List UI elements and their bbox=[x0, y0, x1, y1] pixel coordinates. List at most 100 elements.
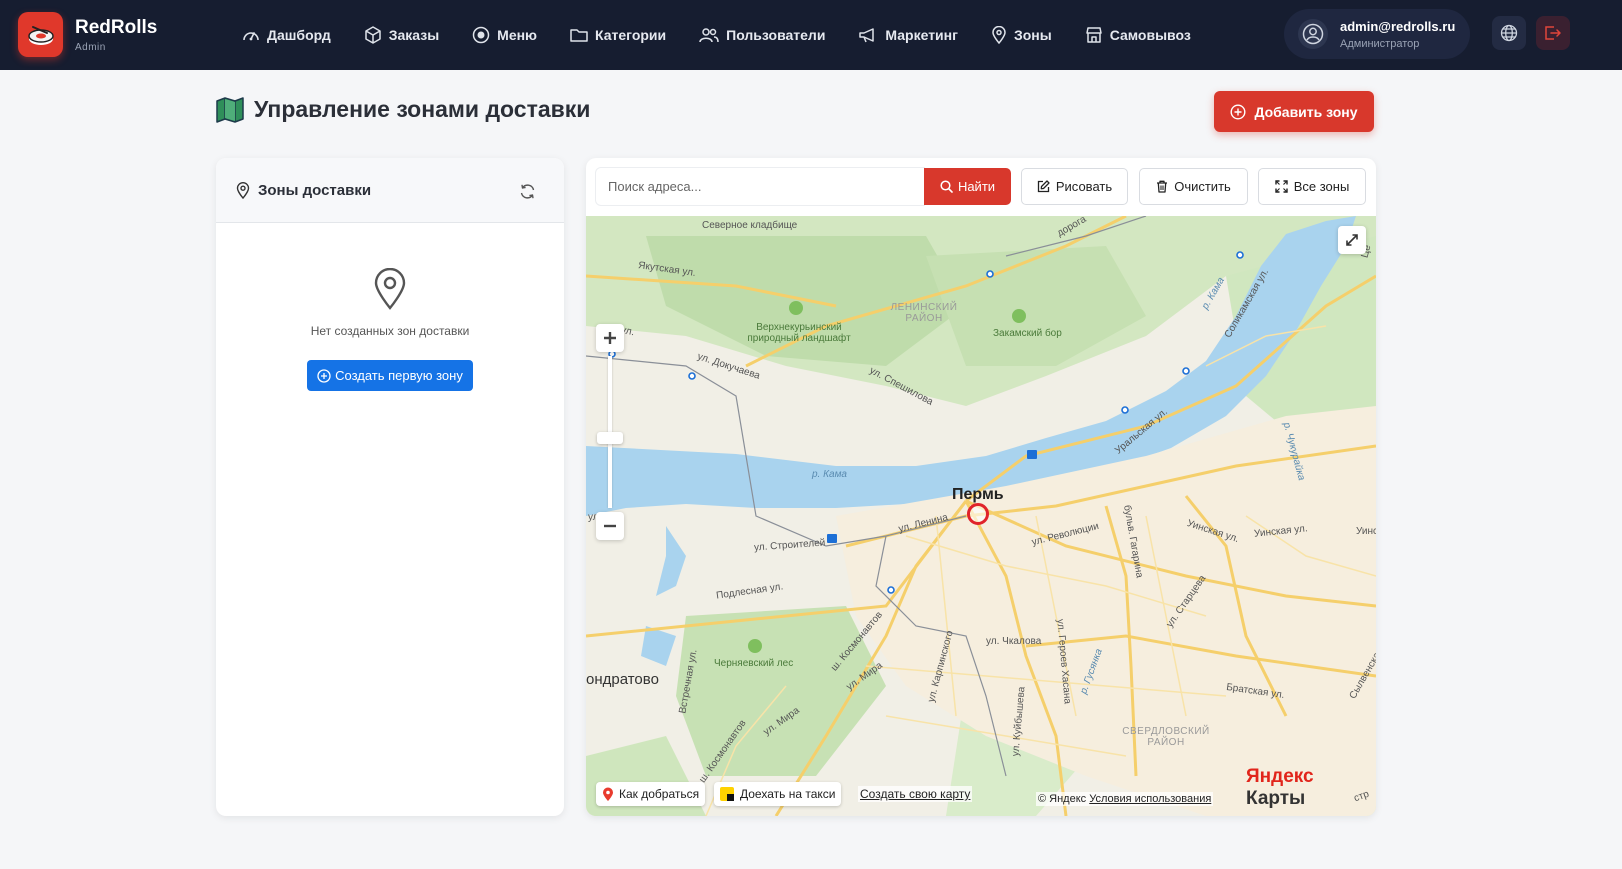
create-first-zone-label: Создать первую зону bbox=[335, 368, 463, 383]
zoom-slider[interactable] bbox=[597, 356, 623, 508]
expand-icon bbox=[1275, 180, 1288, 193]
empty-text: Нет созданных зон доставки bbox=[310, 324, 470, 338]
nav-users[interactable]: Пользователи bbox=[699, 27, 825, 43]
find-label: Найти bbox=[957, 179, 996, 194]
street-label: Уинс bbox=[1356, 526, 1376, 537]
fullscreen-button[interactable] bbox=[1338, 226, 1366, 254]
store-icon bbox=[1085, 27, 1102, 43]
globe-icon bbox=[1500, 24, 1518, 42]
nav-marketing[interactable]: Маркетинг bbox=[858, 27, 958, 43]
minus-icon bbox=[604, 524, 616, 528]
yandex-maps-logo[interactable]: Яндекс Карты bbox=[1246, 766, 1376, 810]
park-label: Закамский бор bbox=[993, 328, 1062, 339]
all-zones-label: Все зоны bbox=[1293, 179, 1350, 194]
city-label: Пермь bbox=[952, 486, 1004, 503]
menu-icon bbox=[472, 26, 490, 44]
nav-categories-label: Категории bbox=[595, 27, 667, 43]
nav-users-label: Пользователи bbox=[726, 27, 826, 43]
add-zone-label: Добавить зону bbox=[1254, 103, 1358, 120]
plus-icon bbox=[604, 332, 616, 344]
brand[interactable]: RedRolls Admin bbox=[18, 12, 157, 57]
nav-pickup[interactable]: Самовывоз bbox=[1085, 26, 1191, 44]
zoom-slider-handle[interactable] bbox=[597, 432, 623, 444]
map-pin-icon bbox=[236, 181, 250, 199]
district-label: ЛЕНИНСКИЙ РАЙОН bbox=[890, 302, 958, 324]
cemetery-label: Северное кладбище bbox=[702, 220, 798, 231]
page-header: Управление зонами доставки bbox=[216, 96, 590, 123]
zones-title: Зоны доставки bbox=[258, 181, 372, 199]
brand-name: RedRolls bbox=[75, 16, 158, 38]
clear-button[interactable]: Очистить bbox=[1139, 168, 1248, 205]
add-zone-button[interactable]: Добавить зону bbox=[1214, 91, 1374, 132]
park-label: Черняевский лес bbox=[714, 658, 794, 669]
nav-menu[interactable]: Меню bbox=[472, 26, 537, 44]
route-button[interactable]: Как добраться bbox=[596, 782, 706, 806]
copyright-text: © Яндекс bbox=[1038, 793, 1087, 805]
taxi-icon bbox=[720, 787, 734, 801]
empty-state: Нет созданных зон доставки Создать перву… bbox=[216, 268, 564, 391]
pencil-square-icon bbox=[1037, 180, 1050, 193]
clear-label: Очистить bbox=[1174, 179, 1231, 194]
folder-icon bbox=[570, 29, 588, 42]
draw-label: Рисовать bbox=[1055, 179, 1113, 194]
plus-circle-icon bbox=[317, 368, 331, 383]
logout-button[interactable] bbox=[1536, 16, 1570, 50]
street-label: ул. Чкалова bbox=[986, 636, 1042, 647]
box-icon bbox=[364, 26, 381, 44]
megaphone-icon bbox=[859, 28, 875, 43]
taxi-button[interactable]: Доехать на такси bbox=[714, 782, 842, 806]
nav-marketing-label: Маркетинг bbox=[885, 27, 958, 43]
map-marker[interactable] bbox=[967, 503, 989, 525]
map-copyright: © Яндекс Условия использования bbox=[1036, 792, 1214, 806]
river-label: р. Кама bbox=[812, 469, 847, 480]
user-role: Администратор bbox=[1340, 37, 1420, 50]
user-menu[interactable]: admin@redrolls.ru Администратор bbox=[1284, 9, 1470, 59]
yandex-logo-maps: Карты bbox=[1246, 788, 1306, 809]
zones-header: Зоны доставки bbox=[216, 158, 564, 223]
map-book-icon bbox=[216, 96, 244, 123]
create-map-link[interactable]: Создать свою карту bbox=[858, 786, 973, 802]
find-button[interactable]: Найти bbox=[924, 168, 1011, 205]
zoom-out-button[interactable] bbox=[596, 512, 624, 540]
trash-icon bbox=[1157, 180, 1168, 193]
nav-menu-label: Меню bbox=[497, 27, 538, 43]
brand-logo-icon bbox=[18, 12, 63, 57]
main-nav: Дашборд Заказы Меню Категории Пользовате… bbox=[242, 0, 1224, 70]
nav-orders-label: Заказы bbox=[388, 27, 440, 43]
zoom-control bbox=[596, 324, 624, 540]
zoom-in-button[interactable] bbox=[596, 324, 624, 352]
map-canvas[interactable]: Северное кладбище Якутская ул. ул. Докуч… bbox=[586, 216, 1376, 816]
all-zones-button[interactable]: Все зоны bbox=[1258, 168, 1366, 205]
language-button[interactable] bbox=[1492, 16, 1526, 50]
nav-orders[interactable]: Заказы bbox=[364, 26, 439, 44]
address-search-input[interactable] bbox=[596, 168, 924, 205]
logout-icon bbox=[1545, 26, 1561, 40]
nav-dashboard[interactable]: Дашборд bbox=[242, 27, 331, 43]
search-icon bbox=[940, 180, 953, 193]
user-email: admin@redrolls.ru bbox=[1340, 18, 1456, 34]
yandex-logo-text: Яндекс bbox=[1246, 766, 1314, 787]
page-title: Управление зонами доставки bbox=[254, 96, 591, 122]
place-label: ондратово bbox=[586, 671, 659, 688]
nav-zones[interactable]: Зоны bbox=[991, 26, 1052, 44]
create-first-zone-button[interactable]: Создать первую зону bbox=[307, 360, 473, 391]
plus-circle-icon bbox=[1230, 103, 1246, 120]
nav-dashboard-label: Дашборд bbox=[267, 27, 331, 43]
route-label: Как добраться bbox=[619, 787, 700, 801]
draw-button[interactable]: Рисовать bbox=[1021, 168, 1128, 205]
expand-diagonal-icon bbox=[1346, 234, 1358, 246]
refresh-button[interactable] bbox=[516, 180, 538, 202]
district-label: СВЕРДЛОВСКИЙ РАЙОН bbox=[1122, 726, 1210, 748]
zones-panel: Зоны доставки Нет созданных зон доставки… bbox=[216, 158, 564, 816]
dashboard-icon bbox=[243, 32, 259, 41]
map-pin-icon bbox=[374, 268, 406, 310]
nav-categories[interactable]: Категории bbox=[570, 27, 666, 43]
map-panel: Найти Рисовать Очистить Все зоны bbox=[586, 158, 1376, 816]
user-circle-icon bbox=[1302, 23, 1324, 45]
avatar bbox=[1298, 19, 1328, 49]
brand-subtitle: Admin bbox=[75, 41, 106, 53]
top-navbar: RedRolls Admin Дашборд Заказы Меню Катег… bbox=[0, 0, 1622, 70]
map-pin-icon bbox=[992, 26, 1006, 44]
terms-link[interactable]: Условия использования bbox=[1089, 793, 1211, 805]
users-icon bbox=[699, 28, 719, 43]
